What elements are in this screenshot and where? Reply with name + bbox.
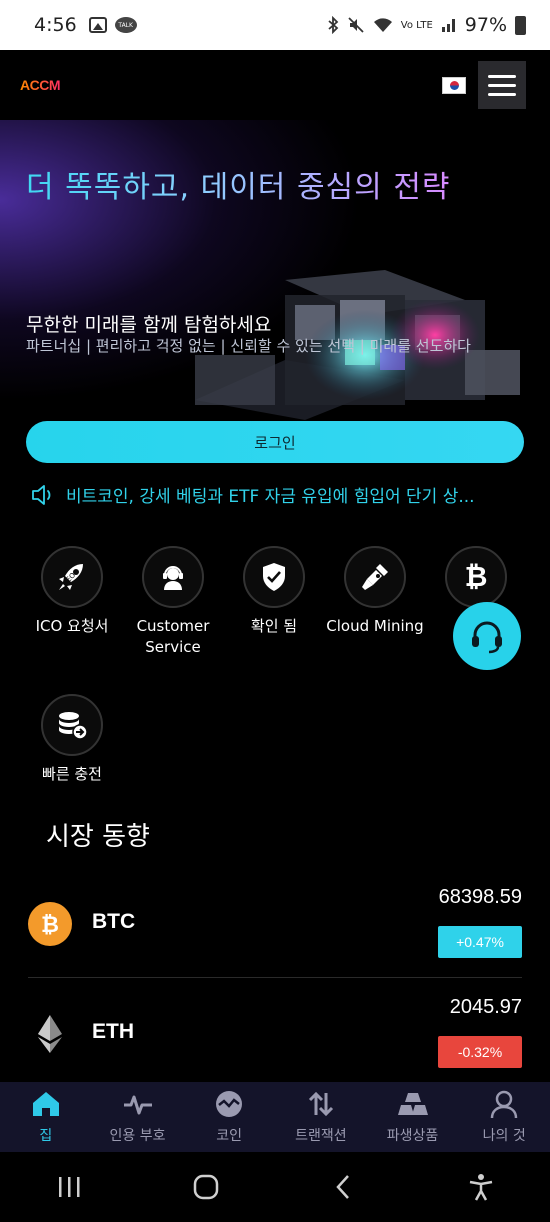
transfer-arrows-icon xyxy=(308,1091,333,1117)
app-header: ACCM xyxy=(0,50,550,120)
eth-coin-icon xyxy=(28,1012,72,1056)
headset-agent-icon xyxy=(163,566,183,590)
accessibility-icon[interactable] xyxy=(466,1172,496,1202)
kr-flag-icon[interactable] xyxy=(442,76,466,94)
nav-home[interactable]: 집 xyxy=(0,1082,92,1152)
login-button[interactable]: 로그인 xyxy=(26,421,524,463)
quick-label: Customer Service xyxy=(136,617,210,656)
signal-icon xyxy=(441,19,455,32)
hamburger-icon xyxy=(488,74,516,78)
hero-title: 더 똑똑하고, 데이터 중심의 전략 xyxy=(26,162,450,206)
market-row-btc[interactable]: ₿ BTC 68398.59 +0.47% xyxy=(28,880,522,976)
quick-label: 빠른 충전 xyxy=(42,765,102,783)
coin-price: 68398.59 xyxy=(438,886,522,908)
coin-wave-icon xyxy=(216,1091,243,1117)
coin-price: 2045.97 xyxy=(449,996,522,1018)
headset-icon xyxy=(472,621,502,654)
quick-customer-service[interactable]: Customer Service xyxy=(121,546,225,658)
battery-icon xyxy=(515,15,526,35)
quick-cloud-mining[interactable]: Cloud Mining xyxy=(323,546,427,637)
notice-ticker[interactable]: 비트코인, 강세 베팅과 ETF 자금 유입에 힘입어 단기 상... xyxy=(30,482,530,507)
quick-ico-request[interactable]: IEO ICO 요청서 xyxy=(20,546,124,637)
logo[interactable]: ACCM xyxy=(20,77,61,93)
status-bar: 4:56 TALK Vo LTE 97% xyxy=(0,0,550,50)
shield-check-icon xyxy=(263,563,285,591)
home-button-icon[interactable] xyxy=(191,1172,221,1202)
system-nav-bar xyxy=(0,1152,550,1222)
market-section-title: 시장 동향 xyxy=(46,822,150,852)
coin-symbol: ETH xyxy=(92,1020,134,1043)
support-fab-button[interactable] xyxy=(453,602,521,670)
home-icon xyxy=(32,1092,59,1116)
svg-text:₿: ₿ xyxy=(465,560,488,593)
wifi-icon xyxy=(373,18,392,32)
network-label: Vo LTE xyxy=(400,19,433,31)
user-icon xyxy=(490,1090,518,1119)
menu-button[interactable] xyxy=(478,61,526,109)
battery-percent: 97% xyxy=(464,14,507,36)
nav-coin[interactable]: 코인 xyxy=(183,1082,275,1152)
recent-apps-icon[interactable] xyxy=(54,1174,84,1200)
quick-fast-charge[interactable]: 빠른 충전 xyxy=(20,694,124,785)
bitcoin-icon: ₿ xyxy=(465,560,488,593)
talk-notification-icon: TALK xyxy=(114,17,137,33)
market-row-eth[interactable]: ETH 2045.97 -0.32% xyxy=(28,990,522,1086)
rocket-icon: IEO xyxy=(59,564,83,590)
hero-subtitle: 무한한 미래를 함께 탐험하세요 xyxy=(26,314,272,336)
back-icon[interactable] xyxy=(329,1172,359,1202)
nav-quotes[interactable]: 인용 부호 xyxy=(92,1082,184,1152)
quick-verified[interactable]: 확인 됨 xyxy=(222,546,326,637)
bottom-nav: 집 인용 부호 코인 트랜잭션 파생상품 나의 것 xyxy=(0,1082,550,1152)
bluetooth-icon xyxy=(328,16,339,34)
nav-transactions[interactable]: 트랜잭션 xyxy=(275,1082,367,1152)
divider xyxy=(28,977,522,978)
nav-mine[interactable]: 나의 것 xyxy=(458,1082,550,1152)
gold-bars-icon xyxy=(397,1093,428,1115)
coin-stack-arrow-icon xyxy=(59,712,88,740)
gallery-notification-icon xyxy=(88,17,107,33)
quick-label: 확인 됨 xyxy=(250,617,298,635)
status-time: 4:56 xyxy=(34,14,77,36)
mute-icon xyxy=(348,17,364,33)
quick-label: ICO 요청서 xyxy=(35,617,109,635)
svg-text:₿: ₿ xyxy=(41,913,59,938)
hero-description: 파트너십 | 편리하고 걱정 없는 | 신뢰할 수 있는 선택 | 미래를 선도… xyxy=(26,337,471,355)
notice-text: 비트코인, 강세 베팅과 ETF 자금 유입에 힘입어 단기 상... xyxy=(66,487,475,507)
coin-symbol: BTC xyxy=(92,910,136,933)
coin-change-badge: -0.32% xyxy=(438,1036,522,1068)
hero-banner: 더 똑똑하고, 데이터 중심의 전략 무한한 미래를 함께 탐험하세요 파트너십… xyxy=(0,120,550,420)
btc-coin-icon: ₿ xyxy=(28,902,72,946)
quick-label: Cloud Mining xyxy=(326,617,424,635)
coin-change-badge: +0.47% xyxy=(438,926,522,958)
mining-drill-icon xyxy=(362,564,388,590)
speaker-icon xyxy=(32,484,51,505)
nav-derivatives[interactable]: 파생상품 xyxy=(367,1082,459,1152)
pulse-icon xyxy=(123,1095,152,1115)
